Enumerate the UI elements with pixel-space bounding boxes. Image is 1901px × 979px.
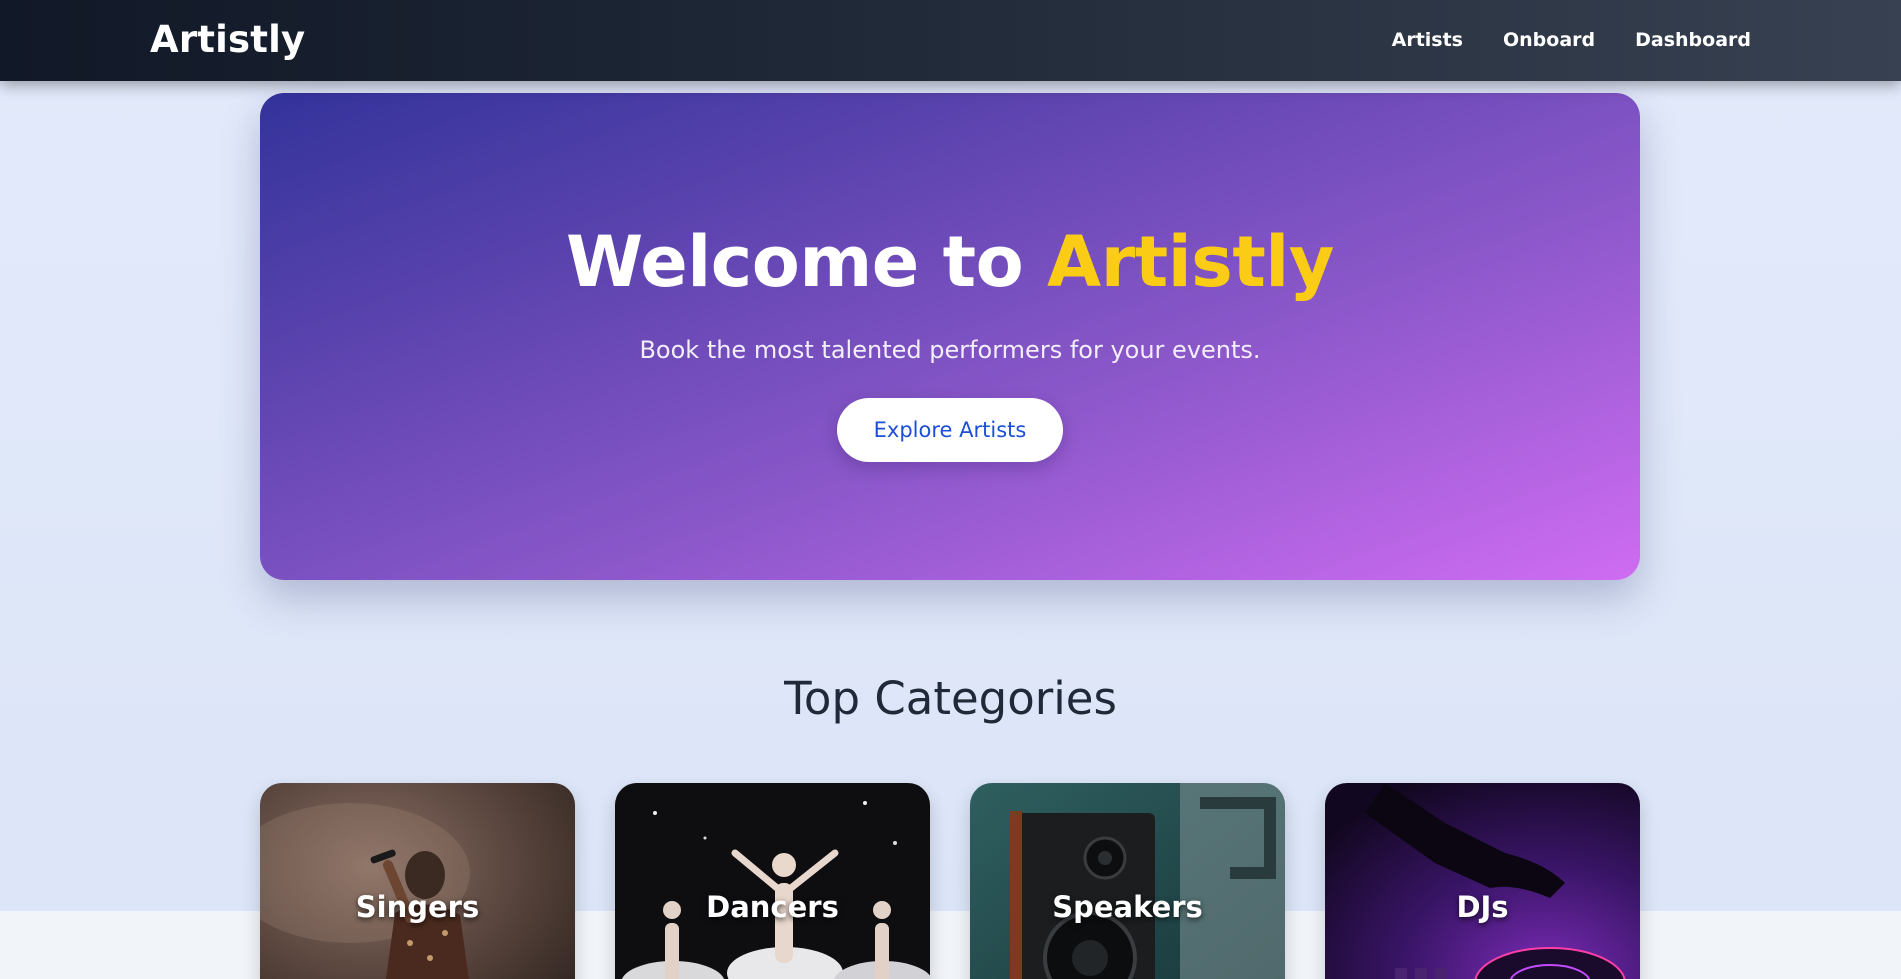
dj-photo — [1325, 783, 1640, 979]
nav-link-onboard[interactable]: Onboard — [1503, 29, 1595, 51]
speaker-photo — [970, 783, 1285, 979]
category-card-singers[interactable]: Singers — [260, 783, 575, 979]
nav-links: Artists Onboard Dashboard — [1392, 29, 1751, 51]
category-cards: Singers Dancers Speakers DJs — [260, 783, 1640, 979]
page: Artistly Artists Onboard Dashboard Welco… — [0, 0, 1901, 979]
category-card-dancers[interactable]: Dancers — [615, 783, 930, 979]
hero-title-accent: Artistly — [1047, 221, 1334, 303]
explore-artists-button[interactable]: Explore Artists — [837, 398, 1063, 462]
hero-title-prefix: Welcome to — [566, 221, 1048, 303]
category-card-speakers[interactable]: Speakers — [970, 783, 1285, 979]
brand-logo[interactable]: Artistly — [150, 18, 305, 61]
nav-link-dashboard[interactable]: Dashboard — [1635, 29, 1751, 51]
category-label: Singers — [355, 890, 480, 924]
hero-banner: Welcome to Artistly Book the most talent… — [260, 93, 1640, 580]
singer-photo — [260, 783, 575, 979]
category-label: DJs — [1456, 890, 1509, 924]
dancers-photo — [615, 783, 930, 979]
category-card-djs[interactable]: DJs — [1325, 783, 1640, 979]
category-label: Speakers — [1052, 890, 1203, 924]
hero-title: Welcome to Artistly — [260, 221, 1640, 303]
top-navbar: Artistly Artists Onboard Dashboard — [0, 0, 1901, 81]
section-heading: Top Categories — [784, 672, 1117, 725]
nav-link-artists[interactable]: Artists — [1392, 29, 1463, 51]
category-label: Dancers — [706, 890, 839, 924]
hero-subtitle: Book the most talented performers for yo… — [639, 336, 1261, 364]
